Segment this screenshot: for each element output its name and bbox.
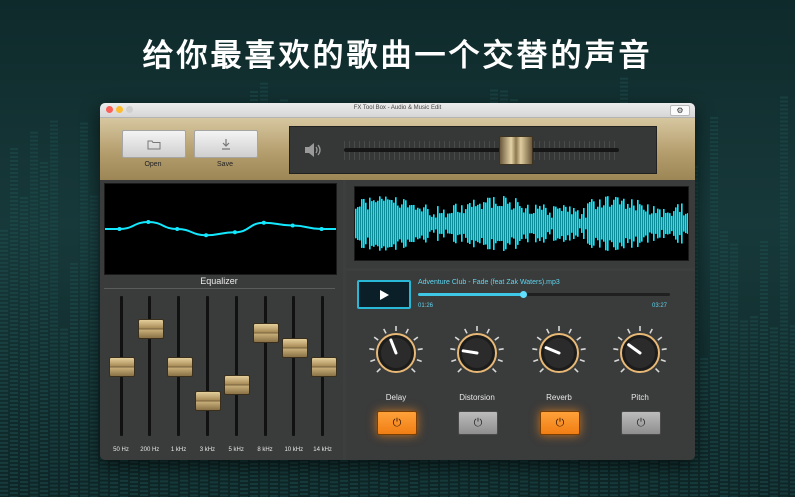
- waveform-panel: [346, 180, 695, 268]
- power-icon: ⏻: [392, 416, 402, 429]
- playback-progress-bar[interactable]: [418, 291, 670, 298]
- save-button[interactable]: [194, 130, 258, 158]
- equalizer-panel: Equalizer 50 Hz 200 Hz 1 kHz 3 kHz 5 kHz 8 kH…: [100, 180, 343, 460]
- total-time: 03:27: [652, 303, 668, 309]
- eq-band-label: 1 kHz: [170, 447, 187, 453]
- eq-curve-point: [290, 223, 295, 228]
- equalizer-curve: [105, 220, 336, 237]
- effect-power-button[interactable]: ⏻: [621, 411, 661, 435]
- eq-slider-thumb[interactable]: [281, 338, 308, 359]
- volume-slider-thumb[interactable]: [498, 136, 533, 165]
- effect-knob[interactable]: [368, 325, 424, 381]
- power-icon: ⏻: [555, 416, 565, 429]
- play-button[interactable]: [357, 280, 411, 309]
- equalizer-curve-display: [104, 183, 337, 275]
- settings-button[interactable]: ⚙: [670, 105, 690, 116]
- waveform-display: [354, 186, 689, 261]
- toolbar: Open Save: [100, 118, 695, 180]
- eq-slider-thumb[interactable]: [253, 323, 279, 344]
- folder-icon: [147, 140, 161, 149]
- playback-scrubber[interactable]: [519, 291, 527, 298]
- eq-slider-thumb[interactable]: [109, 357, 135, 377]
- eq-band-label: 3 kHz: [199, 447, 216, 453]
- eq-band-label: 5 kHz: [228, 447, 244, 453]
- open-label: Open: [144, 161, 162, 168]
- power-icon: ⏻: [473, 416, 483, 429]
- download-icon: [222, 139, 230, 150]
- save-label: Save: [217, 161, 233, 168]
- eq-slider-thumb[interactable]: [195, 390, 222, 411]
- playback-progress-fill: [418, 293, 523, 296]
- eq-slider-track[interactable]: [263, 296, 267, 436]
- effect-power-button[interactable]: ⏻: [458, 411, 498, 435]
- eq-slider-track[interactable]: [148, 296, 152, 436]
- play-icon: [380, 289, 389, 300]
- eq-band-label: 8 kHz: [257, 447, 273, 453]
- eq-curve-point: [146, 220, 151, 224]
- current-time: 01:26: [418, 303, 434, 309]
- eq-band-label: 10 kHz: [284, 447, 304, 453]
- player-panel: Adventure Club - Fade (feat Zak Waters).…: [346, 271, 695, 460]
- equalizer-title: Equalizer: [200, 276, 238, 286]
- eq-curve-point: [117, 227, 122, 231]
- volume-panel: [289, 126, 657, 174]
- eq-slider-track[interactable]: [205, 296, 209, 436]
- effect-label: Pitch: [631, 393, 649, 402]
- open-button[interactable]: [122, 130, 186, 158]
- effect-label: Reverb: [546, 393, 572, 402]
- divider: [104, 288, 335, 289]
- eq-band-label: 50 Hz: [113, 447, 129, 453]
- eq-band-label: 14 kHz: [313, 447, 332, 453]
- gear-icon: ⚙: [676, 106, 684, 115]
- eq-slider-track[interactable]: [292, 296, 296, 436]
- eq-slider-thumb[interactable]: [166, 357, 193, 377]
- promo-headline: 给你最喜欢的歌曲一个交替的声音: [142, 38, 653, 74]
- eq-curve-point: [232, 230, 237, 235]
- eq-band-label: 200 Hz: [140, 447, 160, 453]
- title-bar: FX Tool Box - Audio & Music Edit ⚙: [100, 103, 695, 118]
- eq-slider-thumb[interactable]: [137, 319, 164, 340]
- speaker-icon: [305, 143, 321, 157]
- window-title: FX Tool Box - Audio & Music Edit: [353, 105, 442, 111]
- power-icon: ⏻: [636, 416, 646, 429]
- effect-knob[interactable]: [531, 325, 587, 381]
- app-window: FX Tool Box - Audio & Music Edit ⚙ Open …: [100, 103, 695, 460]
- track-title: Adventure Club - Fade (feat Zak Waters).…: [418, 279, 560, 286]
- effect-knob[interactable]: [612, 325, 668, 381]
- eq-slider-thumb[interactable]: [224, 374, 251, 395]
- effect-knob[interactable]: [449, 325, 505, 381]
- eq-curve-point: [204, 233, 209, 238]
- effect-power-button[interactable]: ⏻: [377, 411, 417, 435]
- effect-power-button[interactable]: ⏻: [540, 411, 580, 435]
- eq-curve-point: [175, 227, 180, 231]
- eq-curve-point: [319, 227, 324, 231]
- eq-slider-thumb[interactable]: [310, 357, 337, 377]
- effect-label: Distorsion: [459, 393, 495, 402]
- volume-slider-track[interactable]: [344, 148, 619, 152]
- eq-slider-track[interactable]: [234, 296, 238, 436]
- eq-curve-point: [261, 220, 266, 225]
- effect-label: Delay: [385, 393, 407, 402]
